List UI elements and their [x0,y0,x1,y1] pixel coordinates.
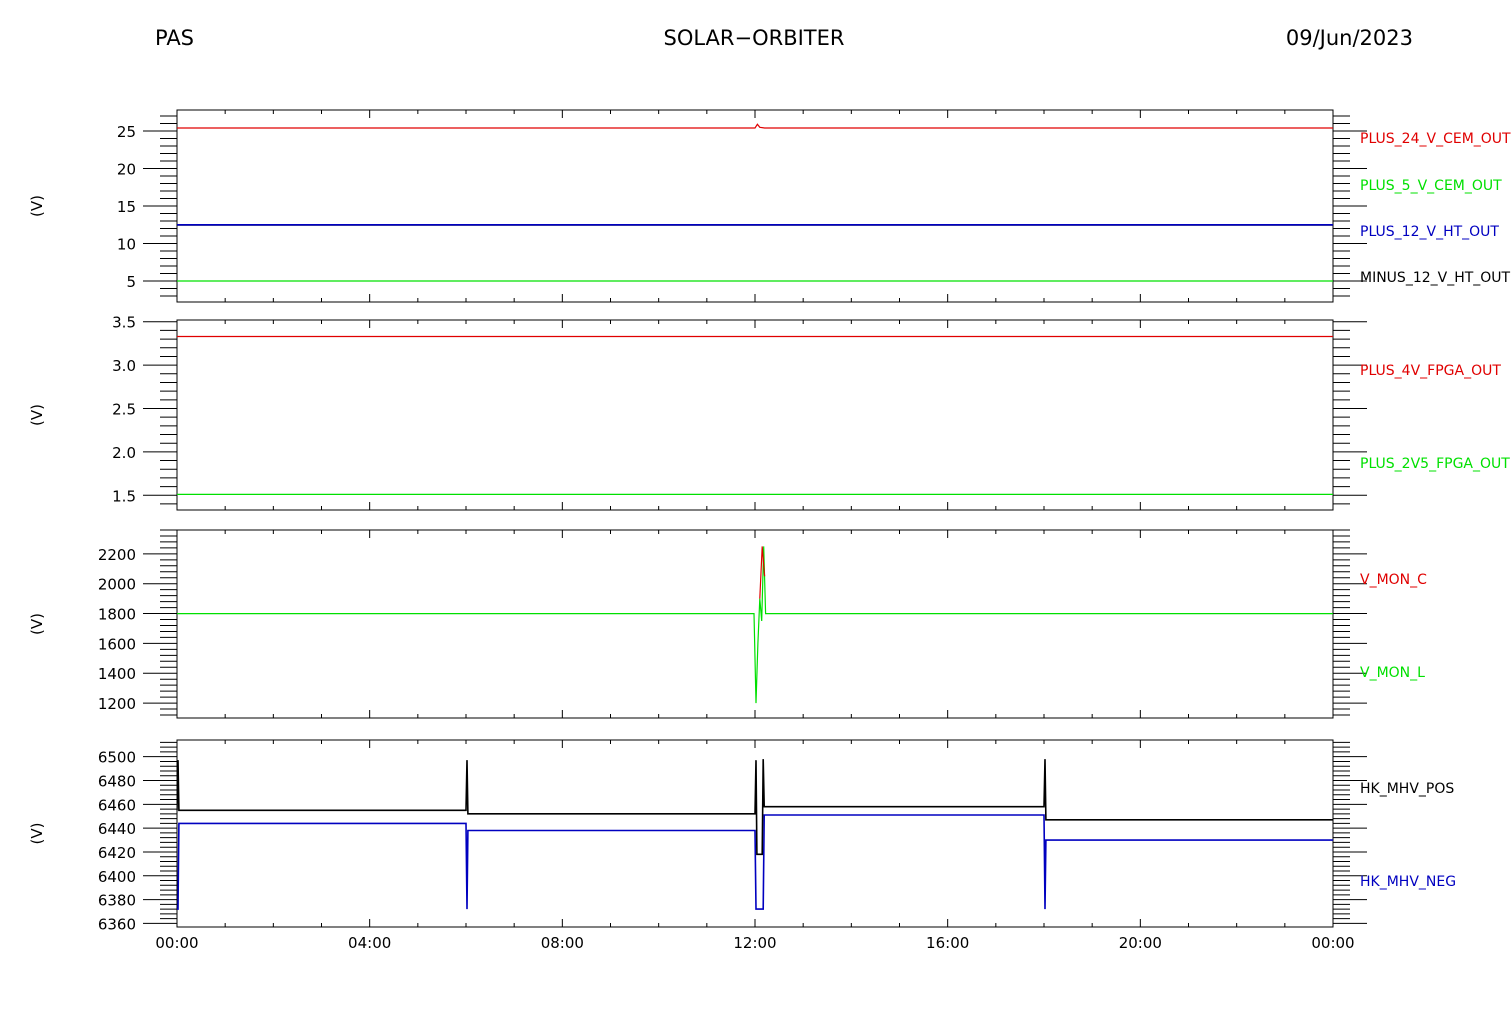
legend-entry: PLUS_24_V_CEM_OUT [1360,131,1511,147]
y-tick-label: 1200 [98,695,136,713]
date-label: 09/Jun/2023 [1286,26,1413,50]
y-tick-label: 3.5 [112,314,136,332]
y-tick-label: 2.0 [112,444,136,462]
y-axis-label: (V) [28,404,46,426]
y-axis-label: (V) [28,823,46,845]
panels: 5 10 15 20 25 (V) PLUS_24_V_CEM_OUT PLUS_5_V_CE… [28,109,1511,933]
y-tick-label: 6380 [98,892,136,910]
panel-frame [176,319,1334,511]
panel-1: 5 10 15 20 25 (V) PLUS_24_V_CEM_OUT PLUS_5_V_CE… [28,109,1511,303]
mission-title: SOLAR−ORBITER [663,26,844,50]
y-tick-label: 6420 [98,844,136,862]
telemetry-figure: PAS SOLAR−ORBITER 09/Jun/2023 5 10 15 20 25 (… [28,26,1511,952]
x-tick-label: 08:00 [541,934,584,952]
y-tick-label: 6360 [98,915,136,933]
panel-4: 6360 6380 6400 6420 6440 6460 6480 6500 (V) HK_MH… [28,739,1456,933]
y-tick-label: 10 [117,236,136,254]
y-tick-label: 2.5 [112,400,136,418]
x-tick-label: 00:00 [1311,934,1354,952]
legend-entry: V_MON_L [1360,665,1425,681]
y-tick-label: 1800 [98,606,136,624]
legend-entry: PLUS_12_V_HT_OUT [1360,224,1499,240]
legend-entry: PLUS_4V_FPGA_OUT [1360,363,1501,379]
y-tick-label: 5 [126,273,136,291]
time-axis: 00:00 04:00 08:00 12:00 16:00 20:00 00:00 [155,934,1354,952]
panel-3: 1200 1400 1600 1800 2000 2200 (V) V_MON_C V_MON_… [28,529,1427,719]
y-tick-label: 1.5 [112,487,136,505]
legend-entry: HK_MHV_NEG [1360,874,1456,890]
panel-frame [176,109,1334,303]
x-tick-label: 00:00 [155,934,198,952]
series-line [177,123,1333,129]
y-tick-label: 3.0 [112,357,136,375]
y-tick-label: 6440 [98,820,136,838]
y-tick-label: 20 [117,161,136,179]
y-tick-label: 25 [117,123,136,141]
x-tick-label: 16:00 [926,934,969,952]
panel-2: 1.5 2.0 2.5 3.0 3.5 (V) PLUS_4V_FPGA_OUT PLUS_2… [28,314,1510,511]
legend-entry: V_MON_C [1360,572,1427,588]
x-tick-label: 20:00 [1119,934,1162,952]
legend-entry: HK_MHV_POS [1360,781,1454,797]
y-tick-label: 1600 [98,635,136,653]
y-tick-label: 2200 [98,546,136,564]
series-line [177,546,1333,704]
y-tick-label: 6480 [98,772,136,790]
x-tick-label: 04:00 [348,934,391,952]
y-tick-label: 15 [117,198,136,216]
instrument-label: PAS [155,26,194,50]
panel-frame [176,529,1334,719]
legend-entry: PLUS_5_V_CEM_OUT [1360,178,1502,194]
y-axis-label: (V) [28,613,46,635]
y-tick-label: 6500 [98,749,136,767]
y-tick-label: 6400 [98,868,136,886]
y-tick-label: 2000 [98,576,136,594]
series-line [177,814,1333,910]
x-tick-label: 12:00 [733,934,776,952]
y-axis-label: (V) [28,195,46,217]
legend-entry: MINUS_12_V_HT_OUT [1360,270,1511,286]
y-tick-label: 1400 [98,665,136,683]
y-tick-label: 6460 [98,796,136,814]
legend-entry: PLUS_2V5_FPGA_OUT [1360,456,1510,472]
